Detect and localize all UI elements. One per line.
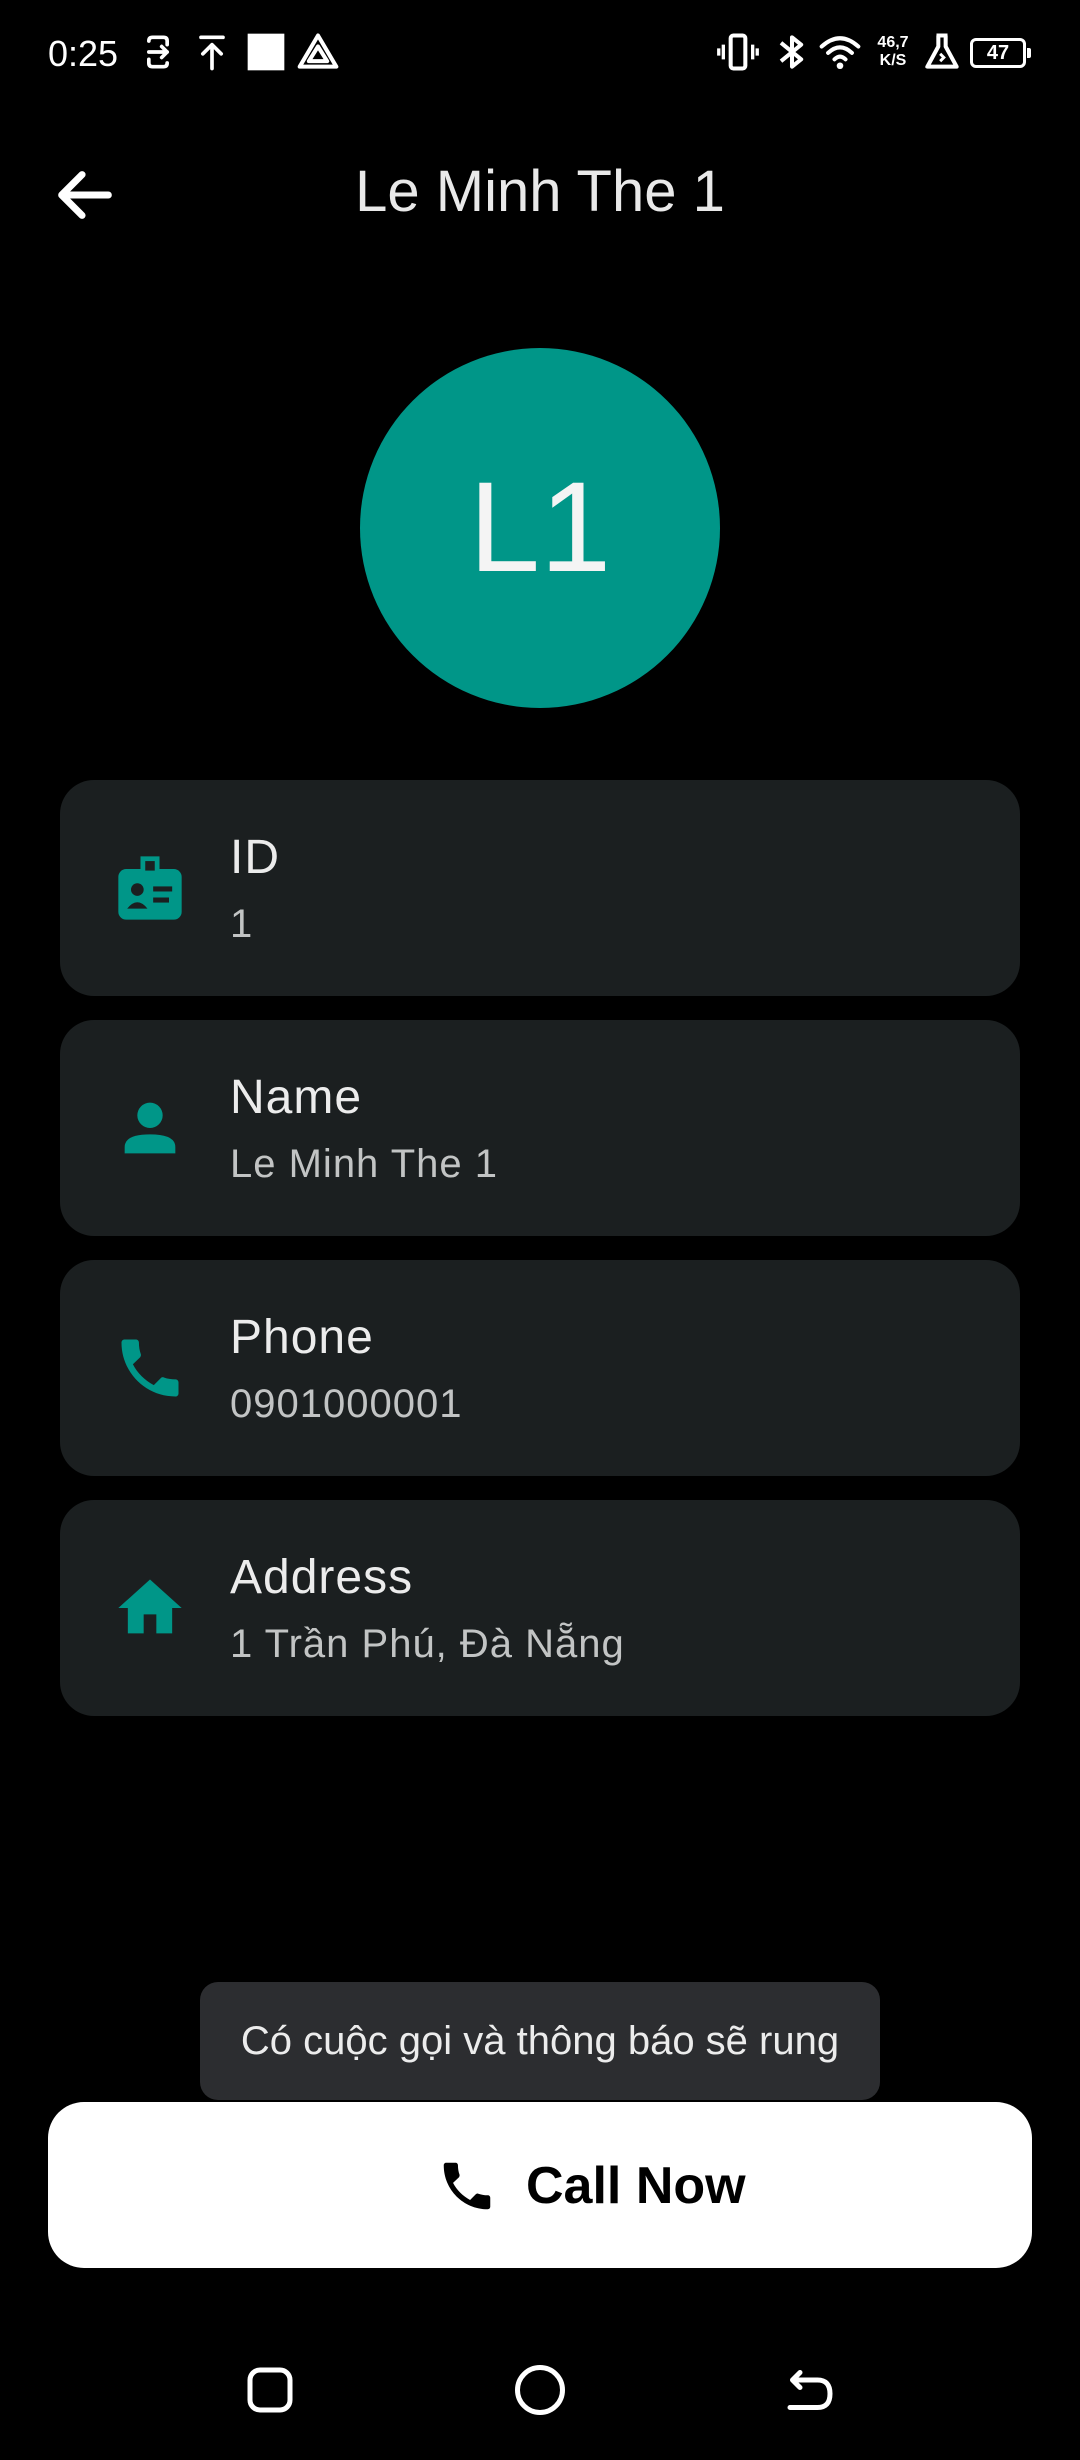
battery-icon: 47 [970,38,1031,68]
phone-value: 0901000001 [230,1382,463,1426]
arrow-left-icon [58,171,112,219]
toast-notification: Có cuộc gọi và thông báo sẽ rung [200,1982,880,2100]
square-notification-icon [244,30,288,74]
address-value: 1 Trần Phú, Đà Nẵng [230,1622,625,1666]
navigation-triangle-icon [296,30,340,74]
id-label: ID [230,831,280,884]
phone-card: Phone 0901000001 [60,1260,1020,1476]
name-card: Name Le Minh The 1 [60,1020,1020,1236]
address-label: Address [230,1551,414,1604]
home-nav-button[interactable] [510,2360,570,2420]
call-now-label: Call Now [526,2157,746,2215]
status-bar: 0:25 46,7 K/S 47 [0,0,1080,110]
wifi-icon [818,30,862,74]
address-card: Address 1 Trần Phú, Đà Nẵng [60,1500,1020,1716]
name-label: Name [230,1071,363,1124]
battery-level: 47 [986,42,1010,64]
flask-icon [920,30,964,74]
id-badge-icon [112,850,188,926]
status-time: 0:25 [48,33,119,74]
recents-button[interactable] [240,2360,300,2420]
home-circle-icon [515,2365,565,2415]
avatar: L1 [360,348,720,708]
phone-label: Phone [230,1311,374,1364]
bluetooth-icon [770,30,814,74]
vibrate-icon [716,30,760,74]
back-nav-button[interactable] [780,2360,840,2420]
recents-icon [247,2367,293,2413]
avatar-initials: L1 [468,456,612,599]
call-now-button[interactable]: Call Now [48,2102,1032,2268]
network-speed-unit: K/S [879,52,907,69]
sync-icon [136,30,180,74]
name-value: Le Minh The 1 [230,1142,498,1186]
page-title: Le Minh The 1 [355,159,725,224]
phone-icon [436,2155,498,2217]
phone-icon [112,1330,188,1406]
back-nav-icon [787,2370,833,2410]
person-icon [112,1090,188,1166]
id-card: ID 1 [60,780,1020,996]
toast-message: Có cuộc gọi và thông báo sẽ rung [240,2019,840,2063]
id-value: 1 [230,902,254,946]
network-speed-value: 46,7 [877,34,909,51]
upload-icon [190,30,234,74]
home-icon [112,1570,188,1646]
back-button[interactable] [50,160,120,230]
network-speed: 46,7 K/S [872,34,914,70]
